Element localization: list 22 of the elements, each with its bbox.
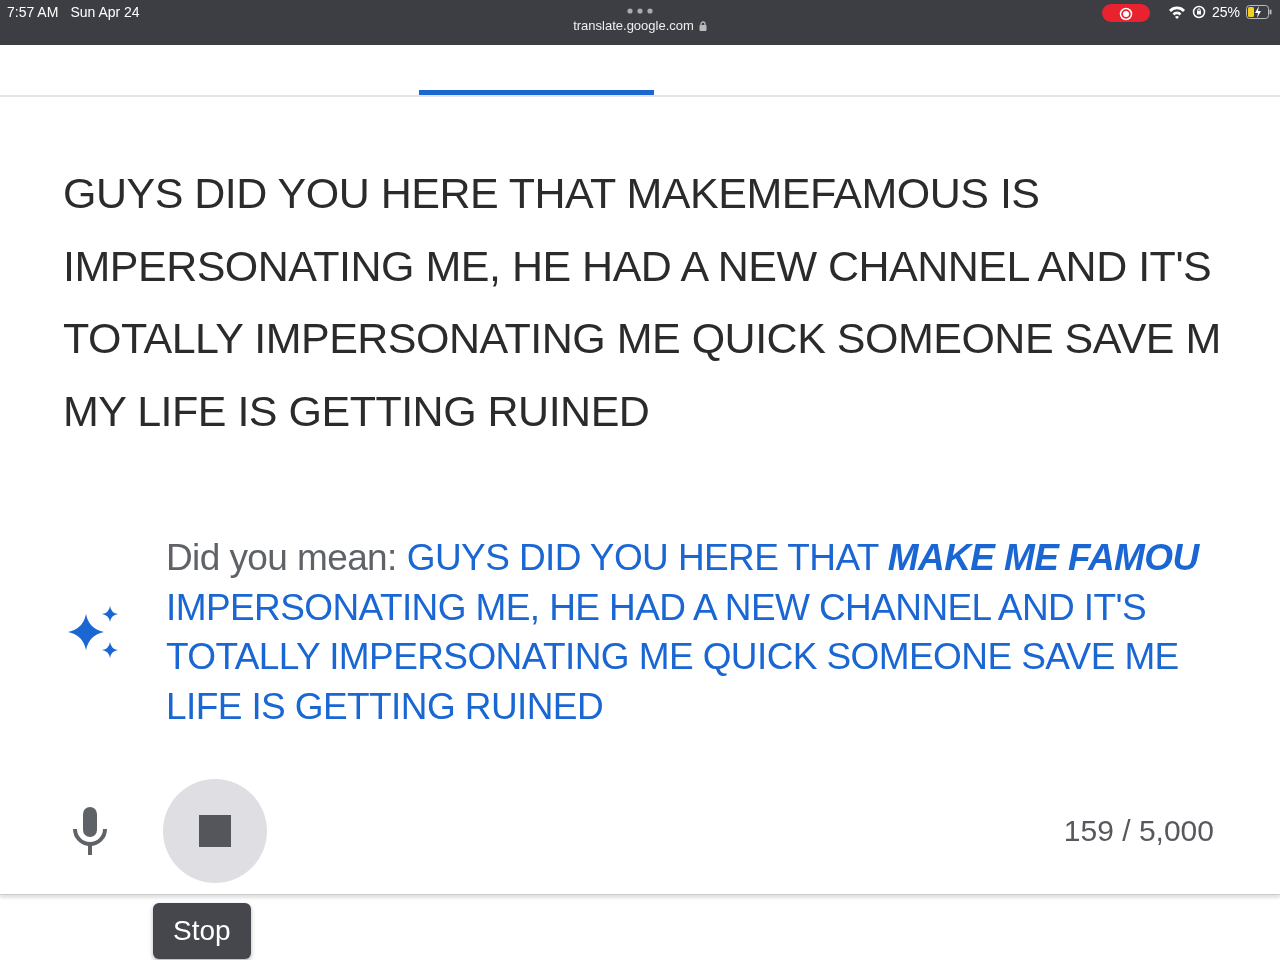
date-text: Sun Apr 24	[70, 4, 140, 20]
source-text-line: MY LIFE IS GETTING RUINED	[63, 385, 651, 437]
suggestion-link[interactable]: TOTALLY IMPERSONATING ME QUICK SOMEONE SAVE ME	[166, 636, 1179, 677]
wifi-icon	[1167, 5, 1186, 19]
suggestion-link[interactable]: GUYS DID YOU HERE THAT MAKE ME FAMOU	[406, 537, 1199, 578]
more-icon[interactable]	[627, 8, 653, 14]
lock-icon	[698, 20, 707, 31]
tooltip: Stop	[153, 903, 251, 959]
suggestion-link[interactable]: LIFE IS GETTING RUINED	[166, 685, 603, 727]
battery-charging-icon	[1246, 5, 1272, 19]
microphone-icon[interactable]	[70, 805, 110, 857]
did-you-mean-label: Did you mean:	[166, 537, 397, 578]
battery-percent: 25%	[1211, 4, 1240, 20]
screen-recording-indicator[interactable]	[1101, 4, 1150, 22]
clock-time: 7:57 AM	[7, 4, 59, 20]
suggestion-link[interactable]: IMPERSONATING ME, HE HAD A NEW CHANNEL AND IT'S	[166, 586, 1147, 628]
source-text-line: GUYS DID YOU HERE THAT MAKEMEFAMOUS IS	[63, 168, 1041, 219]
source-text-line: IMPERSONATING ME, HE HAD A NEW CHANNEL AND IT'S	[63, 240, 1213, 292]
url-text[interactable]: translate.google.com	[573, 18, 694, 33]
character-count: 159 / 5,000	[1063, 814, 1214, 848]
source-text-line: TOTALLY IMPERSONATING ME QUICK SOMEONE SAVE M	[63, 313, 1222, 364]
rotation-lock-icon	[1191, 5, 1206, 19]
